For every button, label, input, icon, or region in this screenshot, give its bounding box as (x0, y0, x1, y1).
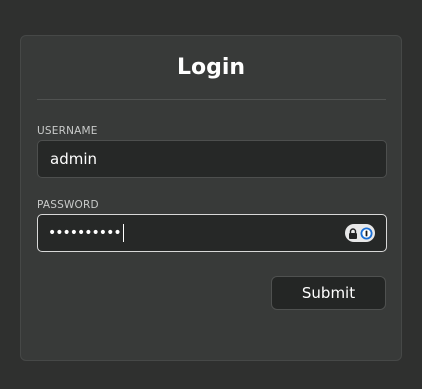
login-card: Login USERNAME admin PASSWORD ••••••••••… (20, 35, 402, 361)
username-input[interactable]: admin (37, 140, 387, 178)
password-input[interactable]: •••••••••• (37, 214, 387, 252)
title-divider (37, 99, 386, 100)
username-value: admin (50, 150, 97, 168)
password-label: PASSWORD (37, 199, 99, 211)
password-value: •••••••••• (48, 225, 122, 241)
lock-icon (348, 227, 357, 239)
submit-button[interactable]: Submit (271, 276, 386, 310)
key-badge-icon (360, 227, 372, 239)
login-title: Login (176, 55, 246, 80)
username-label: USERNAME (37, 125, 98, 137)
password-manager-icon[interactable] (345, 224, 375, 242)
text-caret (122, 224, 124, 242)
